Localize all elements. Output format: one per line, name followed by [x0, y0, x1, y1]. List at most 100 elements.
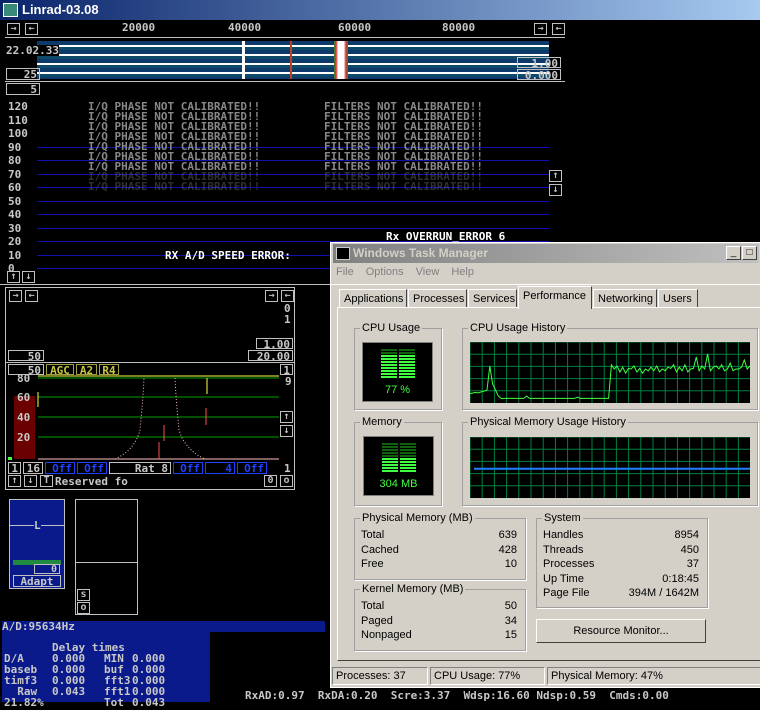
control-box[interactable]: 16: [23, 462, 43, 474]
control-box[interactable]: Off: [77, 462, 107, 474]
gauge-segment: [381, 370, 397, 372]
cpu-value: 77 %: [384, 384, 411, 396]
tab-users[interactable]: Users: [658, 289, 698, 308]
control-box[interactable]: Rat 8: [109, 462, 171, 474]
bb-left-box[interactable]: 50: [8, 350, 44, 362]
gauge-segment: [382, 452, 398, 454]
system-row-value: 450: [680, 543, 699, 556]
s-meter: L 0 Adapt: [9, 499, 65, 589]
system-row: Threads 450: [543, 544, 699, 558]
resource-monitor-button[interactable]: Resource Monitor...: [536, 619, 706, 643]
system-row: Handles 8954: [543, 529, 699, 543]
minimize-button[interactable]: _: [726, 246, 741, 260]
tab-performance[interactable]: Performance: [518, 286, 592, 309]
menu-help[interactable]: Help: [451, 266, 474, 278]
spectrum-up-button[interactable]: ↑: [549, 170, 562, 182]
system-row-label: Up Time: [543, 572, 584, 585]
spectrum-y-label: 90: [8, 140, 22, 154]
system-row-value: 8954: [674, 529, 699, 541]
overrun-error: Rx OVERRUN_ERROR 6: [386, 230, 506, 243]
kernel-row-label: Paged: [361, 614, 393, 627]
task-manager-window: Windows Task Manager _ □ File Options View…: [330, 242, 760, 688]
waterfall-offset-box[interactable]: 0.000: [517, 69, 561, 81]
level-up-button[interactable]: ↑: [7, 271, 20, 283]
adapt-button[interactable]: Adapt: [13, 575, 61, 587]
o-button[interactable]: o: [77, 602, 90, 614]
gauge-segment: [382, 461, 398, 463]
kernel-label: Kernel Memory (MB): [360, 583, 466, 595]
bb-right-button[interactable]: →: [265, 290, 278, 302]
menu-view[interactable]: View: [416, 266, 440, 278]
delay-cell: 0.043: [132, 696, 166, 709]
delay-cell: 0.043: [52, 685, 86, 698]
bb-right-button[interactable]: →: [9, 290, 22, 302]
up-button[interactable]: ↑: [8, 475, 21, 487]
gauge-segment: [381, 358, 397, 360]
bb-gain-box[interactable]: 1.00: [256, 338, 293, 350]
ad-rate: A/D:95634Hz: [2, 621, 325, 632]
o-button[interactable]: o: [280, 475, 293, 487]
physical-row-label: Total: [361, 529, 385, 541]
filters-warning: FILTERS NOT CALIBRATED!!: [324, 180, 483, 193]
maximize-button[interactable]: □: [742, 246, 757, 260]
scroll-right-button[interactable]: →: [7, 23, 20, 35]
bb-scale-box[interactable]: 20.00: [248, 350, 293, 362]
waterfall-value-box[interactable]: 25: [6, 68, 40, 80]
down-button[interactable]: ↓: [24, 475, 37, 487]
zero-button[interactable]: 0: [264, 475, 277, 487]
gauge-segment: [381, 349, 397, 351]
spectrum-y-label: 80: [8, 154, 22, 167]
tab-applications[interactable]: Applications: [339, 289, 407, 308]
physical-row: Cached 428: [361, 544, 517, 558]
baseband-graph: [37, 375, 279, 460]
physical-row-value: 428: [498, 543, 517, 556]
spectrum-y-label: 110: [8, 113, 28, 127]
scroll-left-button[interactable]: ←: [25, 23, 38, 35]
status-cpu: CPU Usage: 77%: [430, 667, 545, 685]
tab-networking[interactable]: Networking: [593, 289, 657, 308]
agc-y-label: 20: [17, 431, 31, 444]
freq-tick: 20000: [122, 21, 156, 34]
scroll-left-button[interactable]: ←: [552, 23, 565, 35]
gauge-segment: [400, 464, 416, 466]
waterfall-display[interactable]: [37, 41, 549, 79]
menu-options[interactable]: Options: [366, 266, 404, 278]
kernel-row: Nonpaged 15: [361, 629, 517, 643]
spectrum-y-label: 40: [8, 208, 22, 221]
level-down-button[interactable]: ↓: [22, 271, 35, 283]
t-button[interactable]: T: [40, 475, 53, 487]
system-group: System Handles 8954 Threads 450 Processes 37 Up…: [536, 512, 708, 608]
gauge-segment: [400, 458, 416, 460]
control-box[interactable]: Off: [173, 462, 203, 474]
cpu-history-label: CPU Usage History: [468, 322, 568, 334]
physical-row: Total 639: [361, 529, 517, 543]
tab-services[interactable]: Services: [468, 289, 517, 308]
control-box[interactable]: Off: [237, 462, 267, 474]
control-box[interactable]: Off: [45, 462, 75, 474]
gauge-segment: [382, 464, 398, 466]
gauge-segment: [381, 361, 397, 363]
system-row-label: Page File: [543, 587, 590, 599]
bb-left-button[interactable]: ←: [25, 290, 38, 302]
gauge-segment: [400, 461, 416, 463]
bb-left-button[interactable]: ←: [281, 290, 294, 302]
control-box[interactable]: 4: [205, 462, 235, 474]
agc-down-button[interactable]: ↓: [280, 425, 293, 437]
window-title: Linrad-03.08: [22, 2, 99, 17]
kernel-row-value: 34: [504, 614, 517, 627]
spectrum-y-label: 120: [8, 100, 28, 113]
control-box[interactable]: 1: [8, 462, 21, 474]
tm-title-bar: Windows Task Manager _ □: [333, 244, 759, 263]
s-button[interactable]: s: [77, 589, 90, 601]
tm-title: Windows Task Manager: [353, 246, 489, 260]
scroll-right-button[interactable]: →: [534, 23, 547, 35]
gauge-segment: [381, 367, 397, 369]
tab-processes[interactable]: Processes: [408, 289, 467, 308]
menu-file[interactable]: File: [336, 266, 354, 278]
agc-up-button[interactable]: ↑: [280, 411, 293, 423]
gauge-segment: [399, 352, 415, 354]
waterfall-gain-box[interactable]: 1.00: [517, 57, 561, 69]
system-row-value: 0:18:45: [662, 572, 699, 585]
spectrum-down-button[interactable]: ↓: [549, 184, 562, 196]
spectrum-y-label: 10: [8, 248, 22, 262]
